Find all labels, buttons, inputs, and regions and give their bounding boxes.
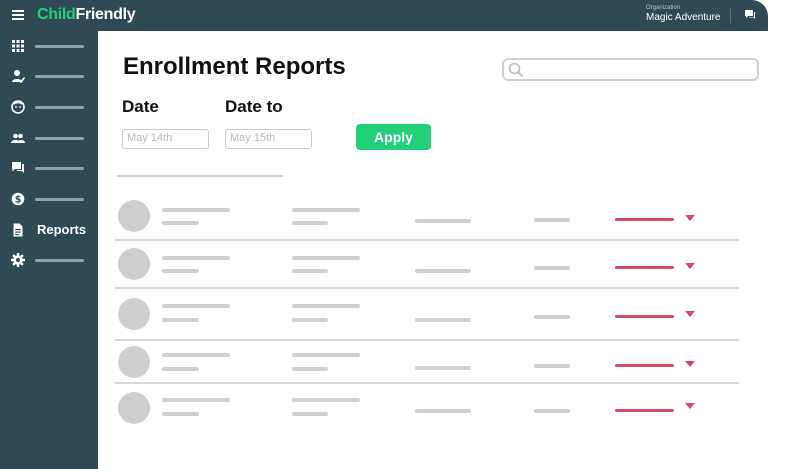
row-divider	[115, 287, 739, 289]
messages-icon[interactable]	[744, 9, 756, 21]
sidebar-item-reports[interactable]: Reports	[0, 219, 98, 241]
document-icon	[13, 223, 23, 237]
search-icon	[508, 62, 524, 78]
sidebar-item-checkin[interactable]	[0, 65, 98, 87]
apply-button[interactable]: Apply	[356, 124, 431, 150]
sidebar-placeholder-label	[35, 106, 84, 109]
row-placeholder-text	[162, 353, 230, 357]
sidebar-item-dashboard[interactable]	[0, 35, 98, 57]
chevron-down-icon[interactable]	[685, 361, 695, 367]
status-bar	[615, 409, 674, 412]
row-placeholder-text	[162, 269, 199, 273]
top-bar: ChildFriendly Organization Magic Adventu…	[0, 0, 768, 31]
logo-part-friendly: Friendly	[75, 6, 136, 23]
avatar	[118, 200, 150, 232]
sidebar-item-label: Reports	[37, 222, 87, 237]
hamburger-menu-icon[interactable]	[12, 10, 24, 20]
row-placeholder-text	[292, 353, 360, 357]
dollar-icon: $	[11, 192, 25, 206]
row-placeholder-text	[292, 221, 328, 225]
row-placeholder-text	[292, 208, 360, 212]
avatar	[118, 392, 150, 424]
sidebar-placeholder-label	[35, 259, 84, 262]
sidebar-item-children[interactable]	[0, 96, 98, 118]
people-icon	[11, 133, 25, 143]
chevron-down-icon[interactable]	[685, 215, 695, 221]
search-input[interactable]	[502, 58, 759, 81]
table-row[interactable]	[115, 346, 739, 392]
avatar	[118, 346, 150, 378]
svg-text:$: $	[15, 194, 22, 205]
row-placeholder-text	[162, 367, 199, 371]
chevron-down-icon[interactable]	[685, 403, 695, 409]
row-placeholder-text	[162, 412, 199, 416]
row-placeholder-text	[292, 269, 328, 273]
row-placeholder-text	[162, 318, 199, 322]
table-row[interactable]	[115, 298, 739, 344]
row-placeholder-text	[162, 221, 199, 225]
row-placeholder-text	[292, 304, 360, 308]
sidebar-item-people[interactable]	[0, 127, 98, 149]
row-placeholder-text	[534, 218, 570, 222]
topbar-divider	[730, 8, 731, 23]
row-placeholder-text	[415, 366, 471, 370]
app-logo[interactable]: ChildFriendly	[37, 6, 136, 24]
row-divider	[115, 339, 739, 341]
row-placeholder-text	[534, 409, 570, 413]
date-to-field[interactable]: May 15th	[225, 129, 312, 149]
organization-name: Magic Adventure	[646, 12, 721, 23]
sidebar-placeholder-label	[35, 45, 84, 48]
row-divider	[115, 239, 739, 241]
date-to-label: Date to	[225, 97, 283, 116]
table-header-placeholder	[117, 175, 283, 177]
date-field[interactable]: May 14th	[122, 129, 209, 149]
row-placeholder-text	[292, 367, 328, 371]
avatar	[118, 298, 150, 330]
child-face-icon	[11, 100, 25, 114]
sidebar-item-messages[interactable]	[0, 157, 98, 179]
sidebar-placeholder-label	[35, 167, 84, 170]
date-label: Date	[122, 97, 159, 116]
row-placeholder-text	[534, 364, 570, 368]
avatar	[118, 248, 150, 280]
chat-icon	[12, 162, 24, 173]
app-window: ChildFriendly Organization Magic Adventu…	[0, 0, 768, 469]
chevron-down-icon[interactable]	[685, 263, 695, 269]
organization-selector[interactable]: Organization Magic Adventure	[646, 5, 721, 23]
table-row[interactable]	[115, 392, 739, 438]
status-bar	[615, 218, 674, 221]
sidebar: $ Reports	[0, 31, 98, 469]
row-placeholder-text	[415, 219, 471, 223]
gear-icon	[11, 253, 25, 267]
sidebar-placeholder-label	[35, 75, 84, 78]
row-placeholder-text	[534, 266, 570, 270]
chevron-down-icon[interactable]	[685, 311, 695, 317]
sidebar-placeholder-label	[35, 198, 84, 201]
row-placeholder-text	[162, 398, 230, 402]
row-placeholder-text	[162, 256, 230, 260]
organization-label: Organization	[646, 5, 681, 11]
row-placeholder-text	[415, 269, 471, 273]
row-placeholder-text	[162, 208, 230, 212]
status-bar	[615, 266, 674, 269]
logo-part-child: Child	[37, 6, 76, 23]
row-divider	[115, 382, 739, 384]
user-check-icon	[12, 70, 25, 83]
row-placeholder-text	[292, 256, 360, 260]
sidebar-placeholder-label	[35, 137, 84, 140]
page-title: Enrollment Reports	[123, 53, 346, 80]
status-bar	[615, 364, 674, 367]
row-placeholder-text	[292, 398, 360, 402]
row-placeholder-text	[415, 409, 471, 413]
row-placeholder-text	[415, 318, 471, 322]
row-placeholder-text	[292, 318, 328, 322]
grid-icon	[12, 40, 24, 52]
sidebar-item-settings[interactable]	[0, 249, 98, 271]
row-placeholder-text	[534, 315, 570, 319]
status-bar	[615, 315, 674, 318]
row-placeholder-text	[162, 304, 230, 308]
row-placeholder-text	[292, 412, 328, 416]
sidebar-item-billing[interactable]: $	[0, 188, 98, 210]
